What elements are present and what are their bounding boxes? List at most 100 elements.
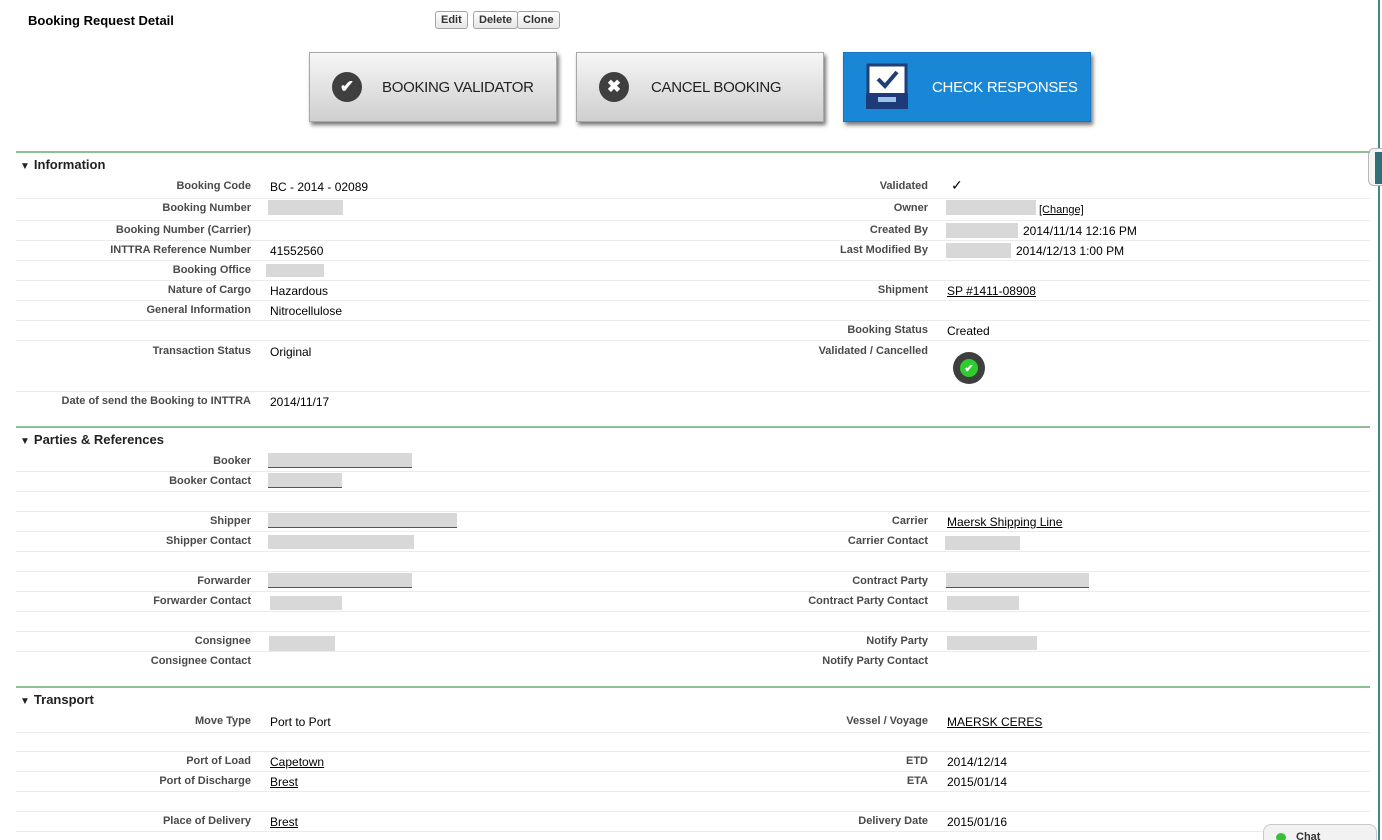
- place-of-delivery-link[interactable]: Brest: [270, 815, 298, 829]
- port-of-discharge-link[interactable]: Brest: [270, 775, 298, 789]
- section-divider: [16, 426, 1370, 428]
- transaction-status-value: Original: [270, 345, 312, 359]
- delivery-date-value: 2015/01/16: [947, 815, 1008, 829]
- edit-button[interactable]: Edit: [435, 11, 468, 29]
- booking-status-value: Created: [947, 324, 990, 338]
- redacted-link[interactable]: [268, 573, 412, 588]
- booking-validator-label: BOOKING VALIDATOR: [382, 78, 534, 96]
- redacted-link[interactable]: [946, 573, 1089, 588]
- row-divider: [16, 631, 1370, 632]
- redacted-link[interactable]: [268, 453, 412, 468]
- general-information-value: Nitrocellulose: [270, 304, 343, 318]
- forwarder-label: Forwarder: [197, 575, 251, 587]
- chat-widget[interactable]: Chat: [1263, 824, 1377, 840]
- booking-validator-button[interactable]: ✔ BOOKING VALIDATOR: [309, 52, 557, 122]
- redacted-value: [947, 636, 1037, 650]
- date-send-value: 2014/11/17: [270, 395, 330, 409]
- section-information-toggle[interactable]: ▼ Information: [20, 157, 105, 172]
- redacted-link[interactable]: [268, 473, 342, 488]
- booker-contact-label: Booker Contact: [169, 475, 251, 487]
- delete-button[interactable]: Delete: [473, 11, 519, 29]
- sidebar-toggle-icon: [1375, 152, 1382, 184]
- notify-party-contact-label: Notify Party Contact: [822, 655, 928, 667]
- place-of-delivery-label: Place of Delivery: [162, 815, 251, 827]
- eta-value: 2015/01/14: [947, 775, 1008, 789]
- row-divider: [16, 571, 1370, 572]
- redacted-value: [269, 636, 335, 651]
- shipment-link[interactable]: SP #1411-08908: [947, 284, 1036, 298]
- booking-office-label: Booking Office: [172, 264, 251, 276]
- move-type-label: Move Type: [194, 715, 251, 727]
- redacted-value: [266, 264, 324, 277]
- carrier-contact-label: Carrier Contact: [847, 535, 928, 547]
- clone-button[interactable]: Clone: [517, 11, 560, 29]
- etd-value: 2014/12/14: [947, 755, 1008, 769]
- owner-change-link[interactable]: [Change]: [1039, 204, 1084, 216]
- row-divider: [16, 611, 1370, 612]
- inbox-tray-check-icon: [866, 63, 908, 111]
- row-divider: [16, 531, 1370, 532]
- redacted-link[interactable]: [268, 513, 457, 528]
- right-edge-border: [1378, 0, 1380, 840]
- row-divider: [16, 198, 1370, 199]
- booking-number-label: Booking Number: [162, 202, 251, 214]
- green-check-dot: ✔: [960, 359, 978, 377]
- row-divider: [16, 340, 1370, 341]
- port-of-load-label: Port of Load: [186, 755, 251, 767]
- row-divider: [16, 491, 1370, 492]
- consignee-contact-label: Consignee Contact: [150, 655, 251, 667]
- eta-label: ETA: [906, 775, 928, 787]
- section-divider: [16, 686, 1370, 688]
- row-divider: [16, 551, 1370, 552]
- booking-detail-page: Booking Request Detail Edit Delete Clone…: [0, 0, 1382, 840]
- consignee-label: Consignee: [194, 635, 251, 647]
- vessel-voyage-link[interactable]: MAERSK CERES: [947, 715, 1042, 729]
- cancel-booking-button[interactable]: ✖ CANCEL BOOKING: [576, 52, 824, 122]
- redacted-value: [268, 535, 414, 549]
- redacted-value: [946, 200, 1036, 215]
- booking-code-label: Booking Code: [176, 180, 251, 192]
- row-divider: [16, 471, 1370, 472]
- row-divider: [16, 391, 1370, 392]
- created-by-label: Created By: [869, 224, 928, 236]
- row-divider: [16, 591, 1370, 592]
- row-divider: [16, 751, 1370, 752]
- chat-label: Chat: [1296, 831, 1321, 840]
- last-modified-date: 2014/12/13 1:00 PM: [1016, 244, 1125, 258]
- checkmark-circle-icon: ✔: [332, 72, 362, 102]
- contract-party-label: Contract Party: [852, 575, 928, 587]
- validated-checkbox: ✓: [951, 177, 963, 193]
- section-information-title: Information: [33, 157, 106, 172]
- sidebar-toggle-tab[interactable]: [1368, 148, 1382, 186]
- general-information-label: General Information: [146, 304, 251, 316]
- check-responses-button[interactable]: CHECK RESPONSES: [843, 52, 1091, 122]
- row-divider: [16, 651, 1370, 652]
- section-transport-title: Transport: [33, 692, 94, 707]
- check-responses-label: CHECK RESPONSES: [932, 78, 1078, 96]
- port-of-load-link[interactable]: Capetown: [270, 755, 324, 769]
- section-parties-toggle[interactable]: ▼ Parties & References: [20, 432, 164, 447]
- delivery-date-label: Delivery Date: [858, 815, 928, 827]
- forwarder-contact-label: Forwarder Contact: [153, 595, 251, 607]
- contract-party-contact-label: Contract Party Contact: [808, 595, 928, 607]
- validated-label: Validated: [879, 180, 928, 192]
- redacted-value: [946, 243, 1011, 258]
- inttra-ref-value: 41552560: [270, 244, 324, 258]
- shipper-label: Shipper: [210, 515, 251, 527]
- triangle-down-icon: ▼: [20, 696, 30, 707]
- port-of-discharge-label: Port of Discharge: [159, 775, 251, 787]
- row-divider: [16, 220, 1370, 221]
- booking-code-value: BC - 2014 - 02089: [270, 180, 369, 194]
- carrier-link[interactable]: Maersk Shipping Line: [947, 515, 1062, 529]
- section-transport-toggle[interactable]: ▼ Transport: [20, 692, 94, 707]
- row-divider: [16, 791, 1370, 792]
- row-divider: [16, 732, 1370, 733]
- inttra-ref-label: INTTRA Reference Number: [110, 244, 251, 256]
- row-divider: [16, 320, 1370, 321]
- date-send-label: Date of send the Booking to INTTRA: [61, 395, 251, 407]
- row-divider: [16, 260, 1370, 261]
- notify-party-label: Notify Party: [866, 635, 928, 647]
- row-divider: [16, 280, 1370, 281]
- redacted-value: [268, 200, 343, 215]
- etd-label: ETD: [906, 755, 928, 767]
